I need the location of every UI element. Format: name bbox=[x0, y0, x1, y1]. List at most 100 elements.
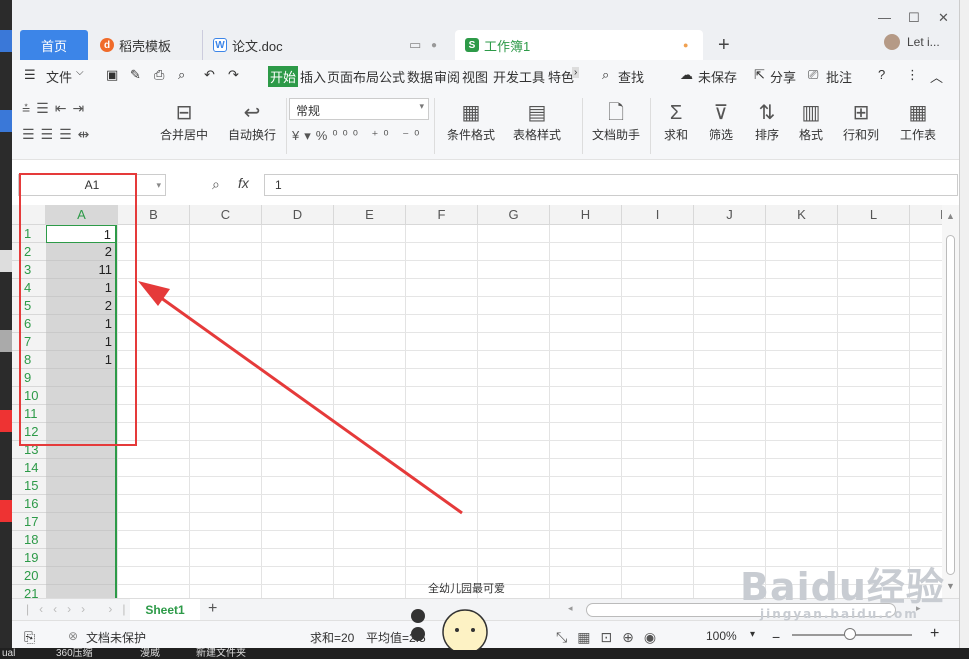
tab-doc[interactable]: W 论文.doc ▭ ● bbox=[202, 30, 450, 60]
sum-button[interactable]: Σ 求和 bbox=[656, 100, 696, 143]
formula-input[interactable]: 1 bbox=[264, 174, 958, 196]
row-header[interactable]: 14 bbox=[12, 459, 46, 477]
cell-a18[interactable] bbox=[46, 531, 116, 549]
grid-row[interactable] bbox=[118, 333, 942, 351]
grid-row[interactable] bbox=[118, 459, 942, 477]
fx-icon[interactable]: fx bbox=[238, 175, 249, 191]
menu-tab-layout[interactable]: 页面布局 bbox=[327, 67, 379, 86]
menu-tab-insert[interactable]: 插入 bbox=[300, 67, 326, 86]
close-icon[interactable]: ✕ bbox=[938, 10, 949, 26]
cell-a17[interactable] bbox=[46, 513, 116, 531]
column-header[interactable]: I bbox=[622, 205, 694, 225]
grid-row[interactable] bbox=[118, 423, 942, 441]
cell-a15[interactable] bbox=[46, 477, 116, 495]
table-style-button[interactable]: ▤ 表格样式 bbox=[506, 100, 568, 143]
hamburger-icon[interactable]: ☰ bbox=[24, 67, 36, 83]
collapse-ribbon-icon[interactable]: ︿ bbox=[930, 67, 943, 86]
sheet-nav-icons[interactable]: |‹‹›› ›| bbox=[26, 602, 136, 616]
menu-tab-formula[interactable]: 公式 bbox=[379, 67, 405, 86]
more-icon[interactable]: ⋮ bbox=[906, 67, 919, 83]
grid-row[interactable] bbox=[118, 315, 942, 333]
row-header[interactable]: 19 bbox=[12, 549, 46, 567]
tab-workbook[interactable]: S 工作簿1 ● bbox=[455, 30, 703, 60]
filter-button[interactable]: ⊽ 筛选 bbox=[700, 100, 742, 143]
menu-share[interactable]: 分享 bbox=[770, 67, 796, 86]
status-icon[interactable]: ⎘ bbox=[24, 629, 35, 646]
scroll-up-icon[interactable]: ▲ bbox=[946, 211, 955, 221]
grid-row[interactable] bbox=[118, 261, 942, 279]
view-mode-icons[interactable]: ⤡▦⊡⊕◉ bbox=[556, 629, 666, 646]
menu-tab-view[interactable]: 视图 bbox=[462, 67, 488, 86]
grid-row[interactable] bbox=[118, 351, 942, 369]
grid-row[interactable] bbox=[118, 441, 942, 459]
row-header[interactable]: 15 bbox=[12, 477, 46, 495]
column-header[interactable]: C bbox=[190, 205, 262, 225]
column-header[interactable]: G bbox=[478, 205, 550, 225]
protect-status[interactable]: 文档未保护 bbox=[86, 629, 146, 646]
menu-tab-review[interactable]: 审阅 bbox=[434, 67, 460, 86]
column-header[interactable]: H bbox=[550, 205, 622, 225]
column-header[interactable]: J bbox=[694, 205, 766, 225]
grid-row[interactable] bbox=[118, 369, 942, 387]
row-header[interactable]: 21 bbox=[12, 585, 46, 598]
menu-unsaved[interactable]: 未保存 bbox=[698, 67, 737, 86]
doc-assistant-button[interactable]: 🗋 文档助手 bbox=[588, 100, 644, 143]
cell-a20[interactable] bbox=[46, 567, 116, 585]
column-header[interactable]: E bbox=[334, 205, 406, 225]
tab-template[interactable]: d 稻壳模板 bbox=[90, 30, 202, 60]
minimize-icon[interactable]: — bbox=[878, 10, 891, 25]
scroll-thumb[interactable] bbox=[946, 235, 955, 575]
menu-tab-start[interactable]: 开始 bbox=[268, 66, 299, 87]
merge-center-button[interactable]: ⊟ 合并居中 bbox=[152, 100, 216, 143]
sheet-tab[interactable]: Sheet1 bbox=[130, 599, 200, 621]
spreadsheet-grid[interactable]: ABCDEFGHIJKLM112231141526171819101112131… bbox=[12, 205, 942, 598]
row-header[interactable]: 18 bbox=[12, 531, 46, 549]
number-format-select[interactable]: 常规 ▾ bbox=[289, 98, 429, 120]
cell-a16[interactable] bbox=[46, 495, 116, 513]
column-header[interactable]: M bbox=[910, 205, 942, 225]
grid-row[interactable] bbox=[118, 297, 942, 315]
undo-icon[interactable]: ↶ bbox=[204, 67, 215, 83]
number-format-icons[interactable]: ¥▾%⁰⁰⁰ ⁺⁰ ⁻⁰ bbox=[292, 128, 432, 144]
zoom-slider-thumb[interactable] bbox=[844, 628, 856, 640]
grid-row[interactable] bbox=[118, 513, 942, 531]
new-tab-button[interactable]: + bbox=[718, 34, 730, 57]
cell-a19[interactable] bbox=[46, 549, 116, 567]
zoom-search-icon[interactable]: ⌕ bbox=[212, 176, 220, 193]
search-icon[interactable]: ⌕ bbox=[602, 67, 609, 83]
menu-tab-special[interactable]: 特色 bbox=[548, 67, 574, 86]
grid-row[interactable] bbox=[118, 243, 942, 261]
align-top-row-icons[interactable]: ⩮☰⇤⇥ bbox=[22, 100, 142, 117]
menu-tab-developer[interactable]: 开发工具 bbox=[493, 67, 545, 86]
chevron-right-icon[interactable]: › bbox=[572, 67, 580, 78]
grid-row[interactable] bbox=[118, 477, 942, 495]
save-icon[interactable]: ▣ bbox=[106, 67, 118, 83]
column-header[interactable]: K bbox=[766, 205, 838, 225]
grid-row[interactable] bbox=[118, 495, 942, 513]
menu-comment[interactable]: 批注 bbox=[826, 67, 852, 86]
menu-tab-data[interactable]: 数据 bbox=[407, 67, 433, 86]
align-bottom-row-icons[interactable]: ☰☰☰⇹ bbox=[22, 126, 142, 143]
zoom-chevron-icon[interactable]: ▾ bbox=[750, 629, 755, 640]
grid-row[interactable] bbox=[118, 387, 942, 405]
worksheet-button[interactable]: ▦ 工作表 bbox=[890, 100, 946, 143]
scroll-left-icon[interactable]: ◂ bbox=[568, 603, 573, 614]
vertical-scrollbar[interactable]: ▲ ▼ bbox=[942, 205, 959, 598]
format-painter-icon[interactable]: ✎ bbox=[130, 67, 141, 83]
help-icon[interactable]: ? bbox=[878, 67, 885, 82]
cell-a21[interactable] bbox=[46, 585, 116, 598]
row-header[interactable]: 20 bbox=[12, 567, 46, 585]
row-col-button[interactable]: ⊞ 行和列 bbox=[834, 100, 888, 143]
menu-file[interactable]: 文件 bbox=[46, 67, 72, 86]
maximize-icon[interactable]: ☐ bbox=[908, 10, 920, 26]
scroll-down-icon[interactable]: ▼ bbox=[946, 581, 955, 591]
grid-row[interactable] bbox=[118, 405, 942, 423]
column-header[interactable]: D bbox=[262, 205, 334, 225]
cell-a14[interactable] bbox=[46, 459, 116, 477]
user-account[interactable]: Let i... bbox=[884, 34, 940, 50]
grid-row[interactable] bbox=[118, 279, 942, 297]
grid-row[interactable] bbox=[118, 531, 942, 549]
wrap-text-button[interactable]: ↩ 自动换行 bbox=[220, 100, 284, 143]
print-preview-icon[interactable]: ⌕ bbox=[178, 67, 185, 83]
column-header[interactable]: L bbox=[838, 205, 910, 225]
